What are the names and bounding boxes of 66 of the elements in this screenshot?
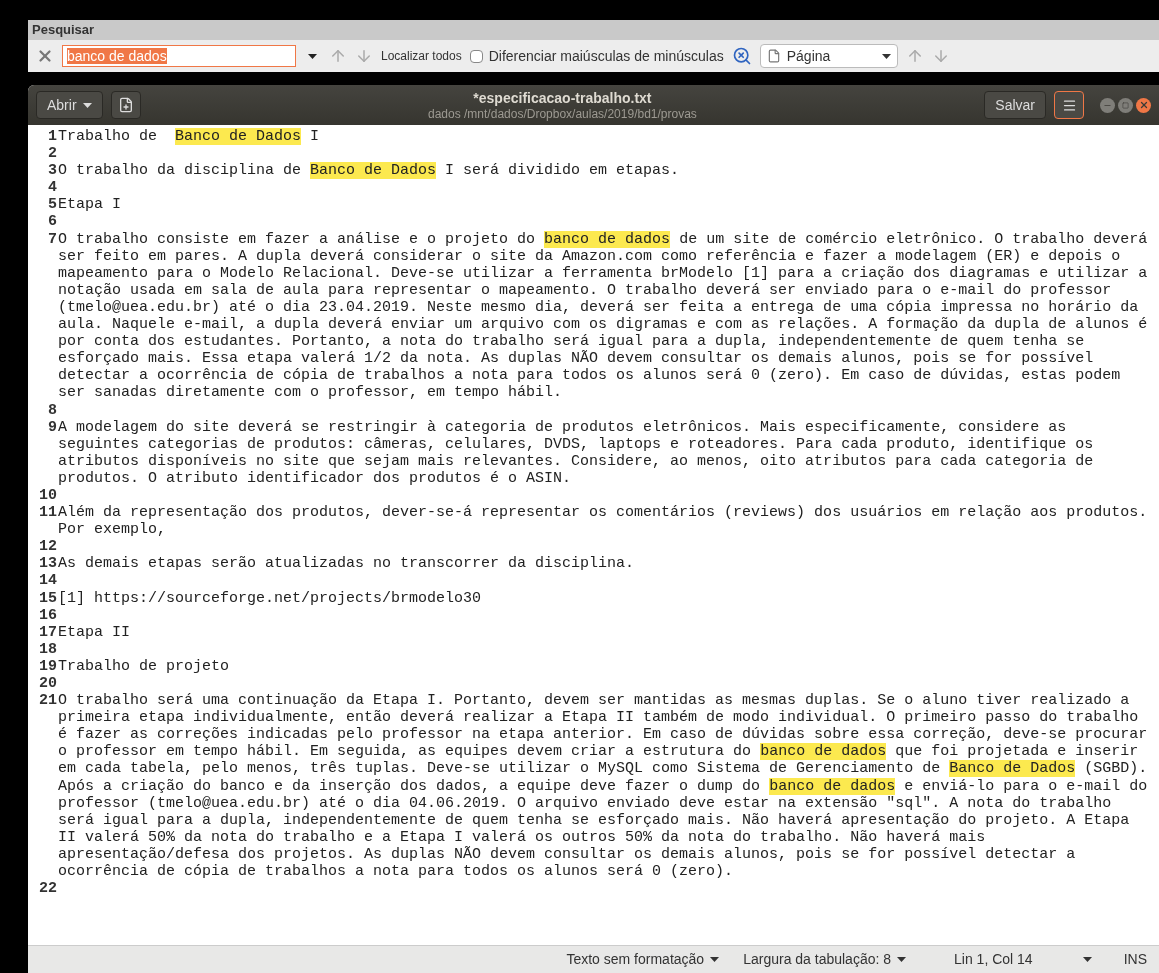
text-line: O trabalho consiste em fazer a análise e o projeto do banco de dados de um site de comércio eletrônico. O trabalho deverá ser feito em pares. A dupla deverá considerar o site da Amazon.com como referência e fazer a modelagem (ER) e depois o mapeamento para o Modelo Relacional. Deve-se utilizar a ferramenta brModelo [1] para a criação dos diagramas e utilizar a notação usada em sala de aula para representar o mapeamento. O trabalho deverá ser enviado para o e-mail do professor (tmelo@uea.edu.br) até o dia 23.04.2019. Neste mesmo dia, deverá ser feita a entrega de uma cópia impressa no horário da aula. Naquele e-mail, a dupla deverá enviar um arquivo com os digramas e com as relações. A formação da dupla de alunos é por conta dos estudantes. Portanto, a nota do trabalho será igual para a dupla, independentemente de quem tenha se esforçado mais. Essa etapa valerá 1/2 da nota. As duplas NÃO devem consultar os demais alunos, pois se for possível detectar a ocorrência de cópia de trabalhos a nota para todos os alunos será 0 (zero). Em caso de dúvidas, estas podem ser sanadas diretamente com o professor, em tempo hábil.	[58, 230, 1149, 402]
text-line: Etapa II	[58, 623, 131, 641]
scope-dropdown[interactable]: Página	[759, 44, 898, 68]
text-line: O trabalho da disciplina de Banco de Dados I será dividido em etapas.	[58, 162, 681, 180]
text-line: As demais etapas serão atualizadas no transcorrer da disciplina.	[58, 555, 636, 573]
line-number: 9	[47, 418, 58, 438]
text-line: Além da representação dos produtos, dever-se-á representar os comentários (reviews) dos usuários em relação aos produtos. Por exemplo,	[58, 504, 1149, 539]
line-number: 2	[47, 145, 58, 163]
line-number: 1	[47, 128, 58, 146]
maximize-icon	[1122, 101, 1129, 109]
line-number: 16	[38, 606, 58, 624]
line-number: 14	[38, 572, 58, 590]
line-number: 22	[38, 880, 58, 898]
close-icon[interactable]	[36, 47, 54, 65]
line-number: 20	[38, 675, 58, 693]
line-number: 8	[47, 401, 58, 419]
caret-icon	[1082, 957, 1092, 962]
line-number: 5	[47, 196, 58, 214]
close-button[interactable]	[1136, 97, 1151, 113]
line-number: 15	[38, 589, 58, 607]
line-number: 18	[38, 640, 58, 658]
text-line: Trabalho de Banco de Dados I	[58, 128, 321, 146]
text-line: O trabalho será uma continuação da Etapa I. Portanto, devem ser mantidas as mesmas duplas. Se o aluno tiver realizado a primeira etapa individualmente, então deverá realizar a Etapa II também de modo individual. O primeiro passo do trabalho é fazer as correções indicadas pelo professor na etapa anterior. Em caso de dúvidas sobre essa correção, deve-se procurar o professor em tempo hábil. Em seguida, as equipes devem criar a estrutura do banco de dados que foi projetada e inserir em cada tabela, pelo menos, três tuplas. Deve-se utilizar o MySQL como Sistema de Gerenciamento de Banco de Dados (SGBD). Após a criação do banco e da inserção dos dados, a equipe deve fazer o dump do banco de dados e enviá-lo para o e-mail do professor (tmelo@uea.edu.br) até o dia 04.06.2019. O arquivo enviado deve estar na extensão "sql". A nota do trabalho será igual para a dupla, independentemente de quem tenha se esforçado mais. Não haverá apresentação do projeto. A Etapa II valerá 50% da nota do trabalho e a Etapa I valerá os outros 50% da nota do trabalho. Não haverá mais apresentação/defesa dos projetos. As duplas NÃO devem consultar os demais alunos, pois se for possível detectar a ocorrência de cópia de trabalhos a nota para todos os alunos será 0 (zero).	[58, 692, 1149, 881]
text-line: Trabalho de projeto	[58, 657, 231, 675]
document-plus-icon	[117, 97, 134, 113]
caret-icon	[710, 957, 720, 962]
insert-mode: INS	[1123, 950, 1147, 969]
line-number: 6	[47, 213, 58, 231]
text-line: [1] https://sourceforge.net/projects/brmodelo30	[58, 589, 483, 607]
panel-title: Pesquisar	[28, 20, 1159, 40]
clear-search-icon[interactable]	[731, 46, 752, 66]
line-number: 13	[38, 555, 58, 573]
caret-icon	[881, 53, 891, 59]
line-number: 11	[38, 504, 58, 524]
cursor-position-dropdown[interactable]: Lin 1, Col 14	[954, 949, 1092, 970]
checkbox-label: Diferenciar maiúsculas de minúsculas	[488, 46, 724, 66]
window-title: *especificacao-trabalho.txt	[473, 89, 652, 107]
line-number: 17	[38, 623, 58, 641]
close-icon	[1138, 100, 1149, 110]
text-line: Etapa I	[58, 196, 122, 214]
menu-button[interactable]	[1054, 91, 1084, 119]
maximize-button[interactable]	[1118, 97, 1133, 113]
menu-icon	[1061, 97, 1077, 113]
line-number: 19	[38, 657, 58, 675]
line-number: 21	[38, 692, 58, 712]
previous-icon[interactable]	[329, 47, 347, 65]
caret-icon	[308, 53, 317, 59]
file-path: dados /mnt/dados/Dropbox/aulas/2019/bd1/provas	[428, 106, 697, 121]
line-number: 12	[38, 538, 58, 556]
open-button[interactable]: Abrir	[36, 91, 103, 119]
caret-icon	[82, 102, 92, 108]
language-dropdown[interactable]: Texto sem formatação	[566, 949, 720, 970]
line-number: 3	[47, 162, 58, 180]
page-icon	[766, 49, 781, 63]
line-number: 7	[47, 230, 58, 250]
find-all-button[interactable]: Localizar todos	[381, 47, 462, 65]
text-line: A modelagem do site deverá se restringir à categoria de produtos eletrônicos. Mais especificamente, considere as seguintes categorias de produtos: câmeras, celulares, DVDS, laptops e roteadores. Para cada produto, identifique os atributos disponíveis no site que sejam mais relevantes. Considere, ao menos, oito atributos para cada categoria de produtos. O atributo identificador dos produtos é o ASIN.	[58, 418, 1095, 487]
tab-width-dropdown[interactable]: Largura da tabulação: 8	[743, 949, 907, 970]
save-button[interactable]: Salvar	[984, 91, 1046, 119]
minimize-button[interactable]	[1100, 97, 1115, 113]
line-number: 10	[38, 486, 58, 505]
caret-icon	[897, 957, 907, 962]
match-case-checkbox[interactable]	[469, 49, 483, 63]
next-icon[interactable]	[355, 47, 373, 65]
line-number: 4	[47, 179, 58, 197]
new-document-button[interactable]	[110, 91, 141, 119]
